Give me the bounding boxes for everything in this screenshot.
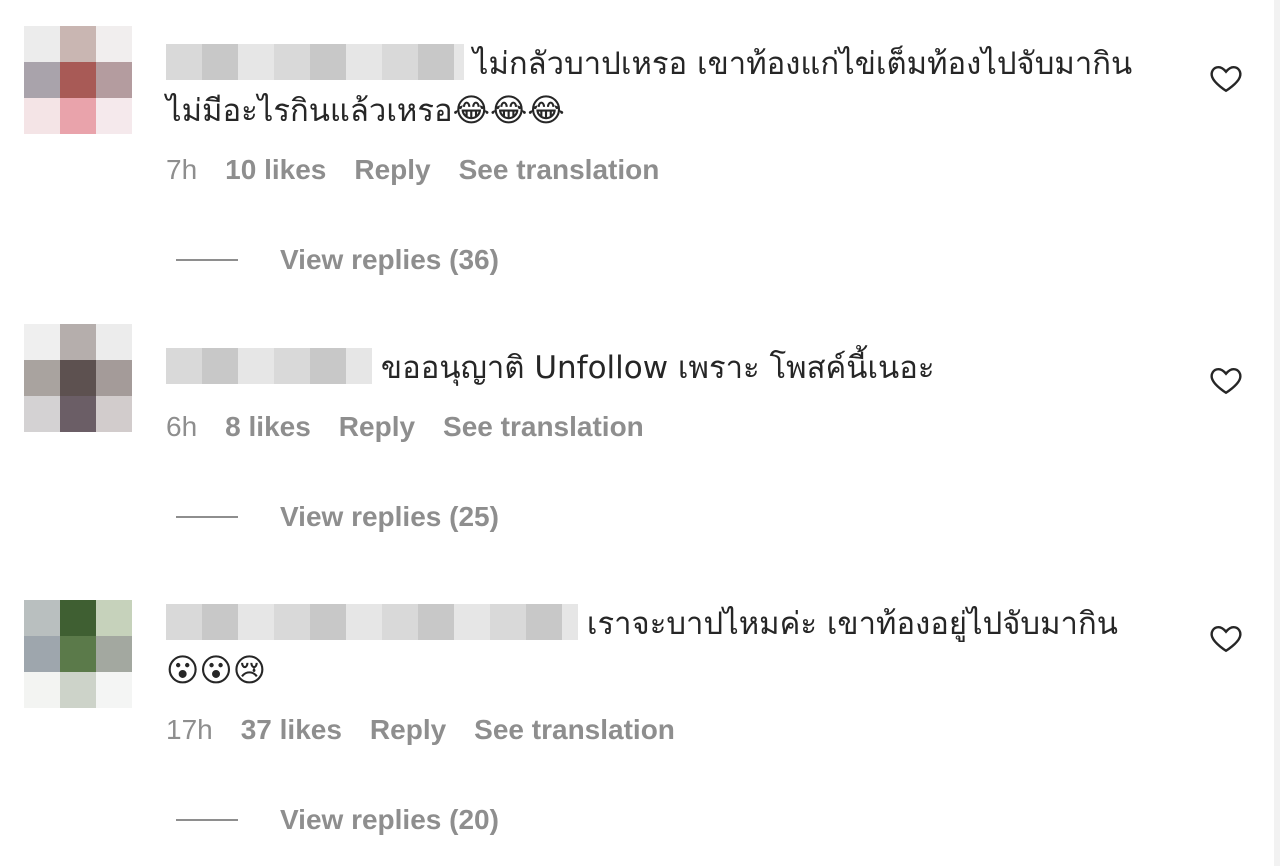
scrollbar[interactable] <box>1274 0 1280 866</box>
username-blurred[interactable] <box>166 347 372 384</box>
heart-icon[interactable] <box>1208 620 1244 656</box>
avatar[interactable] <box>24 26 132 134</box>
username-blurred[interactable] <box>166 43 464 80</box>
comment-time[interactable]: 6h <box>166 411 197 442</box>
see-translation-button[interactable]: See translation <box>443 411 644 442</box>
heart-icon[interactable] <box>1208 60 1244 96</box>
replies-divider <box>176 818 238 821</box>
emoji-text: 😂😂😂 <box>452 91 565 129</box>
avatar[interactable] <box>24 600 132 708</box>
view-replies-button[interactable]: View replies (36) <box>176 244 499 276</box>
comment-time[interactable]: 7h <box>166 154 197 185</box>
comment-text: เราจะบาปไหมค่ะ เขาท้องอยู่ไปจับมากิน <box>586 606 1118 642</box>
comment-body: ขออนุญาติ Unfollow เพราะ โพสค์นี้เนอะ <box>166 344 1176 391</box>
reply-button[interactable]: Reply <box>339 411 415 442</box>
likes-count[interactable]: 10 likes <box>225 154 326 185</box>
replies-divider <box>176 258 238 261</box>
view-replies-label: View replies (20) <box>280 804 499 835</box>
comment-time[interactable]: 17h <box>166 714 213 745</box>
comment-text: ขออนุญาติ Unfollow เพราะ โพสค์นี้เนอะ <box>380 350 935 386</box>
comment-meta: 6h 8 likes Reply See translation <box>166 411 672 443</box>
username-blurred[interactable] <box>166 603 578 640</box>
see-translation-button[interactable]: See translation <box>459 154 660 185</box>
comment-meta: 7h 10 likes Reply See translation <box>166 154 687 186</box>
comment-body: เราจะบาปไหมค่ะ เขาท้องอยู่ไปจับมากิน 😮😮😢 <box>166 600 1176 693</box>
avatar[interactable] <box>24 324 132 432</box>
likes-count[interactable]: 8 likes <box>225 411 311 442</box>
comment-meta: 17h 37 likes Reply See translation <box>166 714 703 746</box>
likes-count[interactable]: 37 likes <box>241 714 342 745</box>
view-replies-label: View replies (36) <box>280 244 499 275</box>
heart-icon[interactable] <box>1208 362 1244 398</box>
emoji-text: 😮😮😢 <box>166 651 267 689</box>
replies-divider <box>176 515 238 518</box>
reply-button[interactable]: Reply <box>354 154 430 185</box>
see-translation-button[interactable]: See translation <box>474 714 675 745</box>
view-replies-label: View replies (25) <box>280 501 499 532</box>
comment-body: ไม่กลัวบาปเหรอ เขาท้องแก่ไข่เต็มท้องไปจั… <box>166 40 1176 134</box>
view-replies-button[interactable]: View replies (25) <box>176 501 499 533</box>
view-replies-button[interactable]: View replies (20) <box>176 804 499 836</box>
reply-button[interactable]: Reply <box>370 714 446 745</box>
